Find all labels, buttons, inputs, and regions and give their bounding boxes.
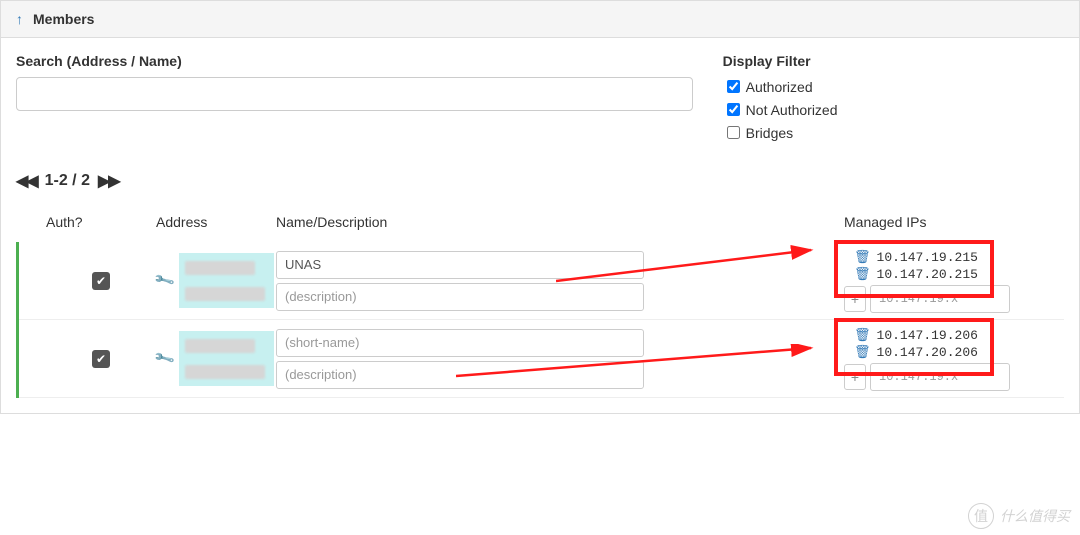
col-ips: Managed IPs — [844, 214, 1064, 230]
delete-ip-icon[interactable]: 🗑 — [854, 267, 871, 282]
filter-authorized[interactable]: Authorized — [723, 77, 1064, 96]
watermark-badge-icon: 值 — [968, 503, 994, 529]
members-panel-header[interactable]: ↑ Members — [1, 1, 1079, 38]
wrench-icon[interactable]: 🔧 — [153, 347, 177, 370]
filter-authorized-label: Authorized — [746, 79, 813, 95]
watermark-text: 什么值得买 — [1000, 506, 1070, 526]
member-address[interactable] — [179, 331, 274, 386]
filter-bridges[interactable]: Bridges — [723, 123, 1064, 142]
search-input[interactable] — [16, 77, 693, 111]
delete-ip-icon[interactable]: 🗑 — [854, 345, 871, 360]
add-ip-input[interactable] — [870, 363, 1010, 391]
table-row: ✔ 🔧 — [19, 242, 1064, 320]
filter-not-authorized-checkbox[interactable] — [727, 103, 740, 116]
wrench-icon[interactable]: 🔧 — [153, 269, 177, 292]
col-auth: Auth? — [46, 214, 156, 230]
auth-checkbox[interactable]: ✔ — [92, 350, 110, 368]
panel-title: Members — [33, 11, 94, 27]
filter-authorized-checkbox[interactable] — [727, 80, 740, 93]
ip-text: 10.147.20.215 — [877, 267, 978, 282]
pager-text: 1-2 / 2 — [45, 172, 90, 190]
managed-ip: 🗑 10.147.19.215 — [844, 250, 1064, 265]
col-name: Name/Description — [276, 214, 844, 230]
managed-ip: 🗑 10.147.20.206 — [844, 345, 1064, 360]
search-label: Search (Address / Name) — [16, 53, 693, 69]
managed-ip: 🗑 10.147.20.215 — [844, 267, 1064, 282]
member-name-input[interactable] — [276, 251, 644, 279]
filter-not-authorized-label: Not Authorized — [746, 102, 838, 118]
member-name-input[interactable] — [276, 329, 644, 357]
ip-text: 10.147.19.206 — [877, 328, 978, 343]
watermark: 值 什么值得买 — [968, 503, 1070, 529]
managed-ip: 🗑 10.147.19.206 — [844, 328, 1064, 343]
add-ip-button[interactable]: + — [844, 286, 866, 312]
member-address[interactable] — [179, 253, 274, 308]
auth-checkbox[interactable]: ✔ — [92, 272, 110, 290]
pager-last-icon[interactable]: ▶▶ — [98, 171, 119, 191]
add-ip-button[interactable]: + — [844, 364, 866, 390]
collapse-arrow-icon: ↑ — [16, 11, 23, 27]
filter-bridges-label: Bridges — [746, 125, 793, 141]
delete-ip-icon[interactable]: 🗑 — [854, 328, 871, 343]
filter-bridges-checkbox[interactable] — [727, 126, 740, 139]
ip-text: 10.147.19.215 — [877, 250, 978, 265]
member-desc-input[interactable] — [276, 283, 644, 311]
table-header: Auth? Address Name/Description Managed I… — [16, 206, 1064, 242]
pager-first-icon[interactable]: ◀◀ — [16, 171, 37, 191]
col-address: Address — [156, 214, 276, 230]
ip-text: 10.147.20.206 — [877, 345, 978, 360]
filter-not-authorized[interactable]: Not Authorized — [723, 100, 1064, 119]
add-ip-input[interactable] — [870, 285, 1010, 313]
table-row: ✔ 🔧 — [19, 320, 1064, 398]
member-desc-input[interactable] — [276, 361, 644, 389]
pager: ◀◀ 1-2 / 2 ▶▶ — [16, 171, 1064, 191]
delete-ip-icon[interactable]: 🗑 — [854, 250, 871, 265]
display-filter-label: Display Filter — [723, 53, 1064, 69]
